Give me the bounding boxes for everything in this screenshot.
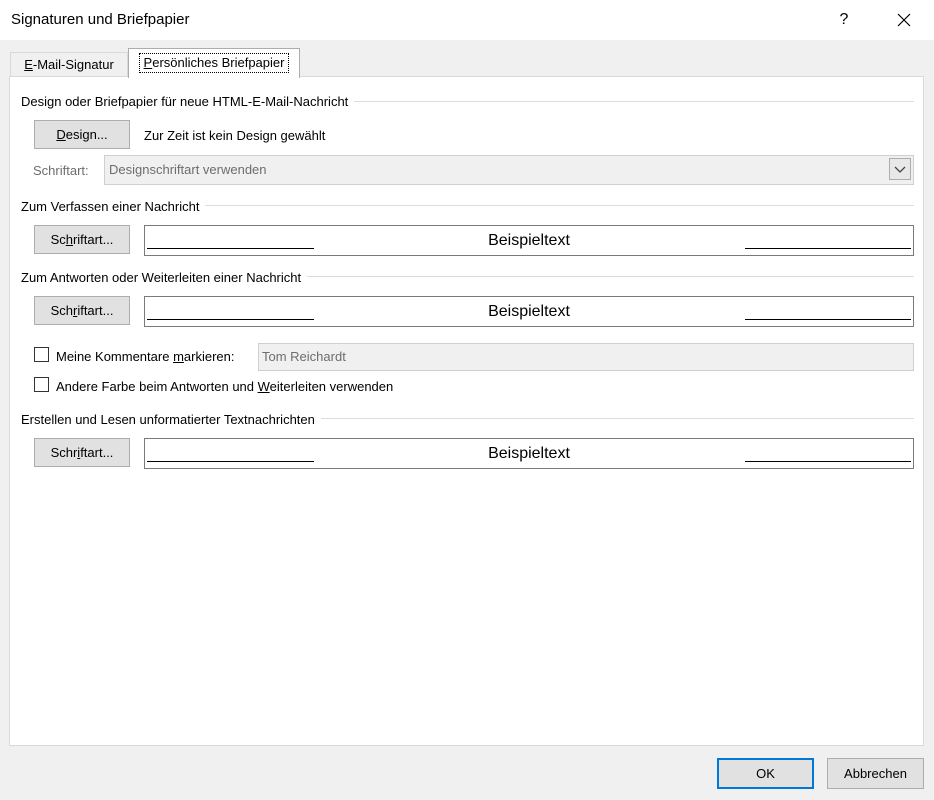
reply-font-preview: Beispieltext — [144, 296, 914, 327]
close-button[interactable] — [892, 8, 916, 32]
help-button[interactable]: ? — [834, 8, 854, 32]
tab-email-signature-label: -Mail-Signatur — [32, 57, 114, 72]
font-select[interactable]: Designschriftart verwenden — [104, 155, 914, 185]
reply-font-button-pre: Sch — [50, 303, 73, 318]
window-title: Signaturen und Briefpapier — [11, 11, 190, 28]
tab-email-signature[interactable]: E-Mail-Signatur — [10, 52, 128, 77]
compose-font-button-pre: Sc — [50, 232, 66, 247]
chevron-down-icon — [894, 166, 906, 173]
compose-group-title: Zum Verfassen einer Nachricht — [21, 199, 206, 214]
design-button-label: esign... — [65, 127, 108, 142]
plain-group-title: Erstellen und Lesen unformatierter Textn… — [21, 412, 321, 427]
mark-comments-label: Meine Kommentare markieren: — [56, 349, 234, 364]
preview-underline-right — [745, 461, 911, 462]
plain-font-button-pre: Schr — [50, 445, 78, 460]
mark-comments-checkbox[interactable] — [34, 347, 49, 362]
plain-font-preview: Beispieltext — [144, 438, 914, 469]
title-bar: Signaturen und Briefpapier ? — [0, 0, 934, 40]
preview-underline-right — [745, 248, 911, 249]
reply-font-button[interactable]: Schriftart... — [34, 296, 130, 325]
reply-group-title: Zum Antworten oder Weiterleiten einer Na… — [21, 270, 308, 285]
preview-underline-right — [745, 319, 911, 320]
compose-font-button[interactable]: Schriftart... — [34, 225, 130, 254]
tab-personal-stationery-focus: Persönliches Briefpapier — [138, 53, 290, 73]
mark-comments-input[interactable]: Tom Reichardt — [258, 343, 914, 371]
tab-panel: Design oder Briefpapier für neue HTML-E-… — [9, 76, 924, 746]
compose-sample-text: Beispieltext — [488, 232, 570, 249]
compose-font-preview: Beispieltext — [144, 225, 914, 256]
compose-font-button-mnemonic: h — [65, 232, 73, 247]
close-icon — [897, 13, 911, 27]
plain-font-button[interactable]: Schriftart... — [34, 438, 130, 467]
compose-font-button-rest: riftart... — [72, 232, 114, 247]
font-select-dropdown[interactable] — [889, 158, 911, 180]
tab-personal-stationery-label: ersönliches Briefpapier — [152, 55, 285, 70]
mark-comments-label-mnemonic: m — [173, 349, 184, 364]
design-group-title: Design oder Briefpapier für neue HTML-E-… — [21, 94, 355, 109]
ok-button[interactable]: OK — [717, 758, 814, 789]
tab-email-signature-mnemonic: E — [24, 57, 33, 72]
different-color-label-rest: eiterleiten verwenden — [269, 379, 394, 394]
design-status: Zur Zeit ist kein Design gewählt — [144, 128, 326, 143]
mark-comments-label-pre: Meine Kommentare — [56, 349, 174, 364]
cancel-button[interactable]: Abbrechen — [827, 758, 924, 789]
different-color-label: Andere Farbe beim Antworten und Weiterle… — [56, 379, 393, 394]
mark-comments-label-rest: arkieren: — [183, 349, 235, 364]
reply-sample-text: Beispieltext — [488, 303, 570, 320]
design-button-mnemonic: D — [56, 127, 66, 142]
tab-personal-stationery-mnemonic: P — [143, 55, 153, 70]
different-color-checkbox[interactable] — [34, 377, 49, 392]
plain-sample-text: Beispieltext — [488, 445, 570, 462]
tab-personal-stationery[interactable]: Persönliches Briefpapier — [128, 48, 300, 78]
font-select-value: Designschriftart verwenden — [109, 162, 267, 177]
font-label: Schriftart: — [33, 163, 89, 178]
plain-font-button-rest: ftart... — [80, 445, 114, 460]
design-button[interactable]: Design... — [34, 120, 130, 149]
different-color-label-mnemonic: W — [257, 379, 270, 394]
reply-font-button-rest: iftart... — [77, 303, 114, 318]
different-color-label-pre: Andere Farbe beim Antworten und — [56, 379, 258, 394]
